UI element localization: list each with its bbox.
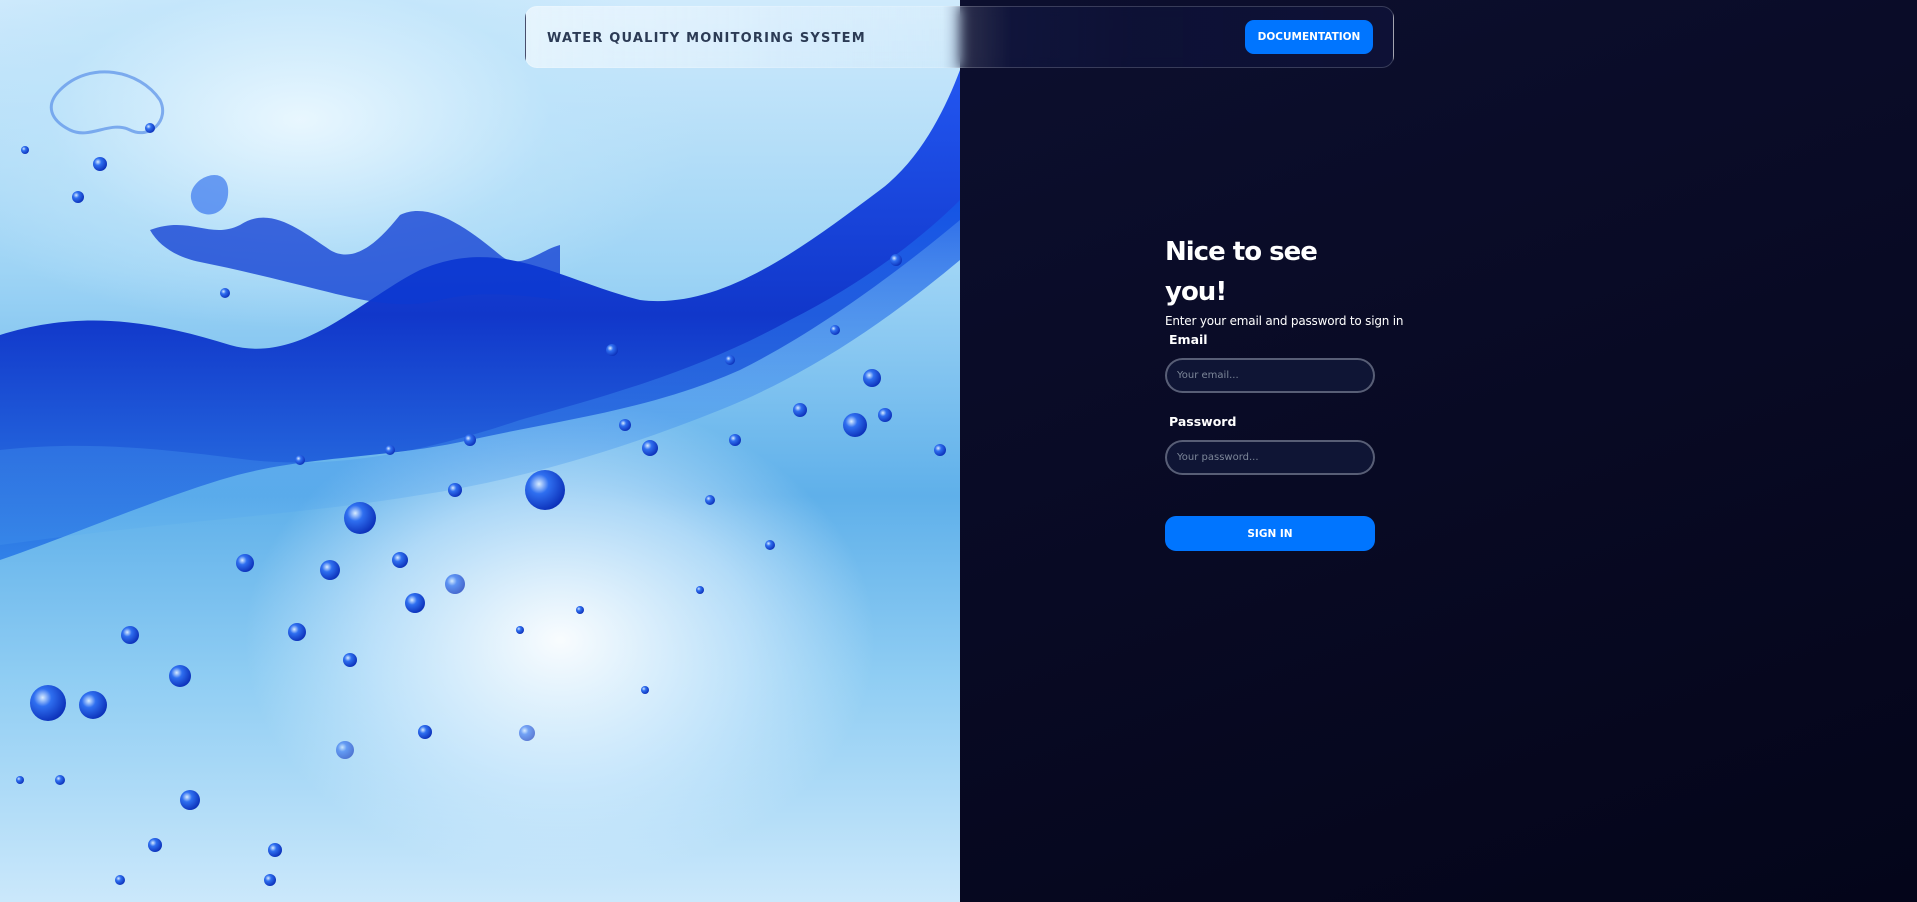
top-navbar: WATER QUALITY MONITORING SYSTEM DOCUMENT… [525, 6, 1394, 68]
signin-heading: Nice to see you! [1165, 237, 1318, 307]
email-label: Email [1169, 332, 1208, 347]
water-splash-image [0, 0, 960, 902]
password-input[interactable] [1165, 440, 1375, 475]
signin-button[interactable]: SIGN IN [1165, 516, 1375, 551]
signin-form: Nice to see you! Enter your email and pa… [1165, 232, 1404, 551]
password-label: Password [1169, 414, 1237, 429]
email-input[interactable] [1165, 358, 1375, 393]
water-splash-svg [0, 70, 960, 886]
signin-subheading: Enter your email and password to sign in [1165, 314, 1404, 328]
documentation-button[interactable]: DOCUMENTATION [1245, 20, 1373, 54]
app-title: WATER QUALITY MONITORING SYSTEM [547, 31, 866, 46]
